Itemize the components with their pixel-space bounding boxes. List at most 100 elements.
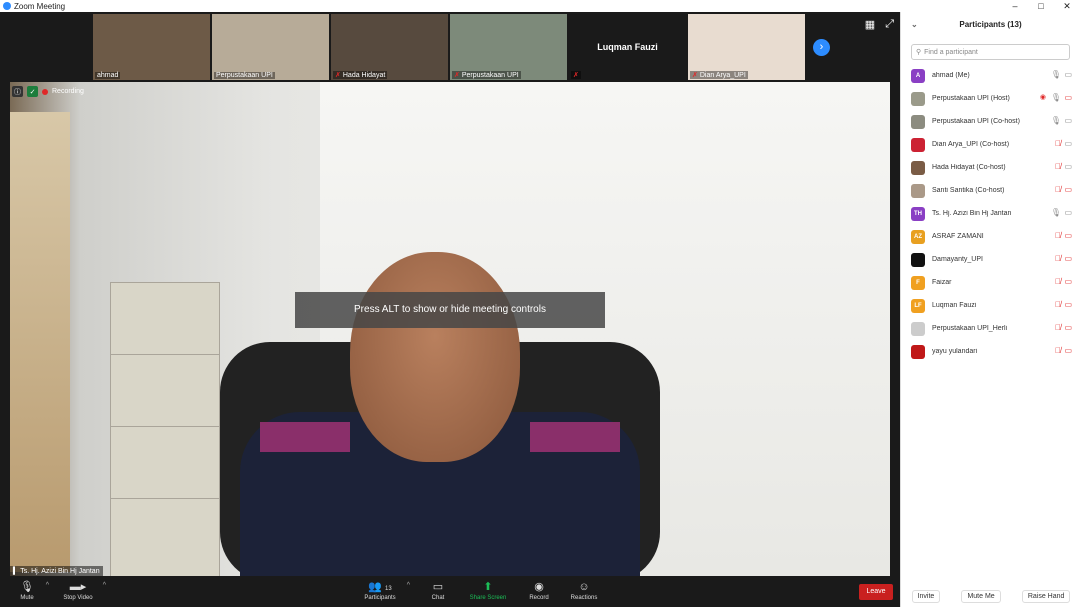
chat-button[interactable]: ▭ Chat: [428, 579, 448, 601]
recording-indicator: ⓘ ✓ Recording: [12, 86, 84, 97]
active-speaker-video: [10, 82, 890, 576]
thumbnail-label: ✗ Hada Hidayat: [333, 71, 388, 79]
participant-thumbnail[interactable]: ✗ Hada Hidayat: [331, 14, 448, 80]
participants-count: 13: [385, 586, 392, 592]
video-off-icon: ▭: [1064, 346, 1072, 355]
muted-mic-icon: 🎙̸: [1055, 162, 1061, 171]
raise-hand-button[interactable]: Raise Hand: [1021, 589, 1071, 603]
participant-thumbnail[interactable]: Perpustakaan UPI: [212, 14, 329, 80]
info-icon[interactable]: ⓘ: [12, 86, 23, 97]
video-camera-icon: ▭: [1064, 70, 1072, 79]
muted-mic-icon: 🎙̸: [1055, 300, 1061, 309]
participant-avatar: [911, 137, 925, 152]
participant-avatar: [911, 321, 925, 336]
muted-mic-icon: 🎙̸: [1055, 231, 1061, 240]
minimize-button[interactable]: –: [1002, 0, 1028, 12]
microphone-icon: 🎙: [1050, 208, 1061, 217]
microphone-icon: 🎙: [1050, 70, 1061, 79]
shirt-stripe-left: [260, 422, 350, 452]
share-screen-button[interactable]: ⬆ Share Screen: [467, 579, 509, 601]
maximize-button[interactable]: □: [1028, 0, 1054, 12]
chat-icon: ▭: [432, 581, 444, 593]
muted-mic-icon: 🎙̸: [1055, 323, 1061, 332]
participant-row[interactable]: F Faizar 🎙̸ ▭: [901, 271, 1080, 294]
participant-avatar: TH: [911, 206, 925, 221]
microphone-icon: 🎙: [1050, 116, 1061, 125]
participant-row[interactable]: Perpustakaan UPI (Host) ◉ 🎙 ▭: [901, 87, 1080, 110]
participant-row[interactable]: LF Luqman Fauzi 🎙̸ ▭: [901, 294, 1080, 317]
close-button[interactable]: ✕: [1054, 0, 1080, 12]
muted-mic-icon: 🎙̸: [1055, 185, 1061, 194]
participant-avatar: A: [911, 68, 925, 83]
reactions-icon: ☺: [578, 581, 590, 593]
participants-icon: 👥 13: [368, 581, 392, 593]
participants-options-caret[interactable]: ^: [407, 582, 410, 589]
participants-panel-footer: Invite Mute Me Raise Hand: [901, 586, 1080, 606]
thumbnail-strip: ahmad Perpustakaan UPI ✗ Hada Hidayat ✗ Perpu…: [93, 14, 805, 80]
video-off-icon: ▭: [1064, 300, 1072, 309]
participant-row[interactable]: Damayanty_UPI 🎙̸ ▭: [901, 248, 1080, 271]
reactions-button[interactable]: ☺ Reactions: [568, 579, 600, 601]
thumbnail-name: ahmad: [97, 72, 119, 79]
participant-row[interactable]: yayu yulandari 🎙̸ ▭: [901, 340, 1080, 363]
participant-avatar: [911, 114, 925, 129]
collapse-chevron-icon[interactable]: ⌄: [911, 20, 918, 29]
meeting-stage: ahmad Perpustakaan UPI ✗ Hada Hidayat ✗ Perpu…: [0, 12, 900, 607]
next-page-button[interactable]: ›: [813, 39, 830, 56]
participant-avatar: [911, 344, 925, 359]
record-button[interactable]: ◉ Record: [526, 579, 552, 601]
participant-row[interactable]: Perpustakaan UPI (Co-host) 🎙 ▭: [901, 110, 1080, 133]
participant-thumbnail[interactable]: Luqman Fauzi ✗: [569, 14, 686, 80]
window-title: Zoom Meeting: [14, 1, 66, 11]
window-controls: – □ ✕: [1002, 0, 1080, 12]
participant-row[interactable]: Aahmad (Me) 🎙 ▭: [901, 64, 1080, 87]
participant-thumbnail[interactable]: ✗ Perpustakaan UPI: [450, 14, 567, 80]
gallery-view-icon[interactable]: ▦: [865, 18, 875, 31]
active-speaker-name-text: Ts. Hj. Azizi Bin Hj Jantan: [20, 568, 100, 575]
speaker-head: [350, 252, 520, 462]
participant-row[interactable]: Dian Arya_UPI (Co-host) 🎙̸ ▭: [901, 133, 1080, 156]
participant-thumbnail[interactable]: ✗ Dian Arya_UPI: [688, 14, 805, 80]
participant-row[interactable]: TH Ts. Hj. Azizi Bin Hj Jantan 🎙 ▭: [901, 202, 1080, 225]
record-label: Record: [529, 595, 549, 601]
video-camera-icon: ▬▸: [69, 581, 87, 593]
participant-row[interactable]: AZ ASRAF ZAMANI 🎙̸ ▭: [901, 225, 1080, 248]
leave-button[interactable]: Leave: [859, 584, 893, 600]
muted-mic-icon: ✗: [335, 72, 341, 79]
zoom-app-icon: [3, 2, 11, 10]
video-off-icon: ▭: [1064, 323, 1072, 332]
mute-options-caret[interactable]: ^: [46, 582, 49, 589]
active-speaker-name: ▍ Ts. Hj. Azizi Bin Hj Jantan: [10, 566, 103, 576]
participants-button[interactable]: 👥 13 Participants ^: [360, 579, 410, 601]
video-off-icon: ▭: [1064, 231, 1072, 240]
microphone-icon: 🎙: [20, 581, 34, 593]
participant-row[interactable]: Hada Hidayat (Co-host) 🎙̸ ▭: [901, 156, 1080, 179]
mute-button[interactable]: 🎙 Mute ^: [15, 579, 49, 601]
title-bar: Zoom Meeting – □ ✕: [0, 0, 1080, 12]
mute-me-button[interactable]: Mute Me: [961, 589, 1001, 603]
video-camera-icon: ▭: [1064, 162, 1072, 171]
video-options-caret[interactable]: ^: [103, 582, 106, 589]
thumbnail-name: Perpustakaan UPI: [461, 71, 519, 79]
recording-icon: ◉: [1039, 94, 1046, 101]
participant-search-input[interactable]: ⚲ Find a participant: [911, 44, 1070, 60]
fullscreen-icon[interactable]: ⤢: [885, 18, 894, 31]
participant-row[interactable]: Santi Santika (Co-host) 🎙̸ ▭: [901, 179, 1080, 202]
recording-dot-icon: [42, 88, 48, 95]
microphone-icon: 🎙: [1050, 93, 1061, 102]
thumbnail-label: ✗ Perpustakaan UPI: [452, 71, 521, 79]
shirt-stripe-right: [530, 422, 620, 452]
stop-video-button[interactable]: ▬▸ Stop Video ^: [60, 579, 106, 601]
reactions-label: Reactions: [570, 595, 598, 601]
video-camera-icon: ▭: [1064, 139, 1072, 148]
participants-label: Participants: [364, 595, 396, 601]
thumbnail-label: ✗ Dian Arya_UPI: [690, 71, 748, 79]
participant-row[interactable]: Perpustakaan UPI_Herli 🎙̸ ▭: [901, 317, 1080, 340]
participant-thumbnail[interactable]: ahmad: [93, 14, 210, 80]
record-icon: ◉: [534, 581, 544, 593]
search-placeholder: Find a participant: [924, 48, 978, 56]
participant-avatar: [911, 91, 925, 106]
participants-panel: ⌄ Participants (13) ⚲ Find a participant…: [900, 12, 1080, 607]
security-shield-icon[interactable]: ✓: [27, 86, 38, 97]
invite-button[interactable]: Invite: [911, 589, 941, 603]
